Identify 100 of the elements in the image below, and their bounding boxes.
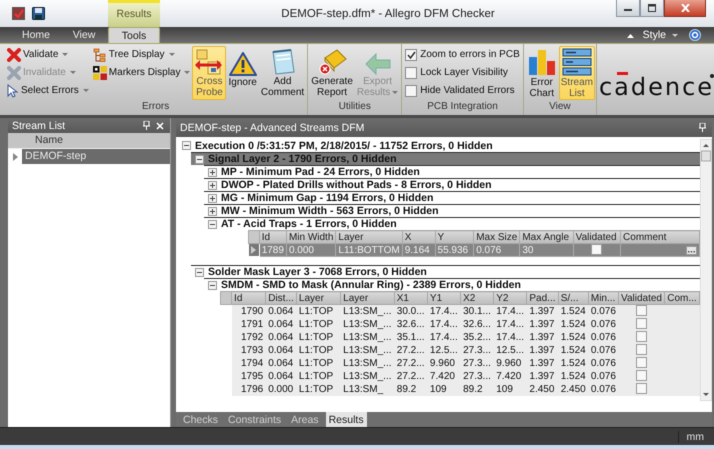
checkbox-label[interactable]: Hide Validated Errors [420, 85, 515, 96]
style-menu[interactable]: Style [638, 27, 670, 43]
expand-icon[interactable] [208, 180, 217, 190]
checkbox[interactable] [636, 383, 648, 394]
ellipsis-button[interactable] [686, 246, 697, 254]
close-button[interactable] [664, 0, 706, 17]
ribbon-tab[interactable]: Tools [108, 27, 160, 43]
collapse-ribbon-icon[interactable] [626, 32, 634, 38]
checkbox[interactable] [405, 66, 418, 78]
tree-label: MW - Minimum Width - 563 Errors, 0 Hidden [221, 205, 439, 217]
column-header[interactable]: S/... [558, 292, 588, 304]
collapse-icon[interactable] [195, 268, 204, 276]
column-header[interactable]: Validated [618, 292, 665, 304]
tree-label: MP - Minimum Pad - 24 Errors, 0 Hidden [221, 166, 420, 178]
column-header[interactable]: Max Angle [520, 230, 574, 244]
checkbox[interactable] [591, 244, 602, 256]
table-row[interactable]: 1790 0.064 L1:TOP L13:SM_... 30.0... 17.4... 30.1... 17.4... 1.397 1.524 0.076 [220, 304, 700, 318]
ribbon-tab[interactable]: View [60, 27, 108, 43]
scrollbar[interactable] [700, 139, 712, 401]
table-cell: 0.000 [266, 382, 296, 396]
collapse-icon[interactable] [208, 280, 217, 290]
checkbox[interactable] [636, 344, 648, 356]
collapse-icon[interactable] [208, 220, 217, 228]
tree-label: Execution 0 /5:31:57 PM, 2/18/2015/ - 11752 Errors, 0 Hidden [195, 140, 493, 152]
column-header[interactable]: Comment [620, 230, 700, 244]
close-icon[interactable] [156, 122, 164, 130]
column-header[interactable]: Layer [340, 292, 394, 304]
column-header[interactable]: Layer [296, 292, 341, 304]
checkbox[interactable] [405, 48, 418, 60]
ribbon-button[interactable]: Cross Probe [192, 46, 226, 100]
table-cell: 89.2 [394, 382, 428, 396]
collapse-icon[interactable] [182, 141, 191, 150]
help-icon[interactable] [689, 29, 701, 41]
warning-icon [228, 51, 257, 77]
group-label: View [548, 101, 572, 114]
checkbox-label[interactable]: Lock Layer Visibility [420, 67, 508, 78]
column-header[interactable]: Name [8, 133, 170, 149]
column-header[interactable]: Com... [664, 292, 700, 304]
tree-label: SMDM - SMD to Mask (Annular Ring) - 2389 Errors, 0 Hidden [221, 279, 521, 291]
column-header[interactable]: Pad... [526, 292, 558, 304]
grid-icon [92, 66, 107, 80]
tree-row[interactable]: MP - Minimum Pad - 24 Errors, 0 Hidden [204, 165, 700, 178]
panel-title: Stream List [12, 120, 66, 132]
ribbon-button[interactable]: Tree Display [90, 46, 192, 63]
column-header[interactable]: Id [232, 292, 266, 304]
column-header[interactable]: Id [259, 230, 286, 244]
column-header[interactable]: Validated [573, 230, 621, 244]
row-pointer-icon [251, 246, 256, 254]
checkbox[interactable] [636, 357, 648, 368]
checkbox[interactable] [636, 370, 648, 382]
checkbox[interactable] [636, 305, 648, 316]
cross-icon [7, 48, 21, 62]
checkbox[interactable] [405, 84, 418, 96]
table-cell: 0.076 [474, 244, 520, 256]
checkbox-label[interactable]: Zoom to errors in PCB [420, 49, 520, 60]
tree-row[interactable]: MW - Minimum Width - 563 Errors, 0 Hidden [204, 204, 700, 217]
column-header[interactable]: Dist... [266, 292, 296, 304]
tree-row[interactable]: Execution 0 /5:31:57 PM, 2/18/2015/ - 11752 Errors, 0 Hidden [178, 139, 700, 152]
close-icon [680, 4, 690, 12]
table-cell: 2.450 [526, 382, 558, 396]
minimize-button[interactable] [616, 0, 640, 17]
tree-row[interactable]: Solder Mask Layer 3 - 7068 Errors, 0 Hidden [191, 265, 700, 278]
tree-row[interactable]: Signal Layer 2 - 1790 Errors, 0 Hidden [191, 152, 700, 165]
expand-icon[interactable] [208, 194, 217, 202]
column-header[interactable]: Y [435, 230, 474, 244]
save-icon[interactable] [32, 7, 45, 20]
pin-icon[interactable] [699, 123, 706, 132]
expand-icon[interactable] [208, 206, 217, 216]
ribbon-tab[interactable]: Home [12, 27, 60, 43]
column-header[interactable]: X1 [394, 292, 428, 304]
tree-row[interactable]: DWOP - Plated Drills without Pads - 8 Errors, 0 Hidden [204, 178, 700, 191]
ribbon-button[interactable]: Add Comment [258, 46, 306, 100]
collapse-icon[interactable] [195, 154, 204, 164]
ribbon-button[interactable]: Stream List [558, 46, 595, 100]
units-label: mm [678, 430, 714, 442]
maximize-icon [648, 4, 656, 12]
column-header[interactable]: Min Width [286, 230, 336, 244]
tree-row[interactable]: MG - Minimum Gap - 1194 Errors, 0 Hidden [204, 191, 700, 204]
panel-tab[interactable]: Results [326, 412, 367, 427]
ribbon-button[interactable]: Error Chart [524, 46, 559, 100]
list-item[interactable]: DEMOF-step [22, 149, 170, 164]
checkbox[interactable] [636, 318, 648, 330]
column-header[interactable]: X [402, 230, 436, 244]
maximize-button[interactable] [640, 0, 664, 17]
expand-icon[interactable] [208, 168, 217, 176]
column-header[interactable]: Max Size [474, 230, 520, 244]
column-header[interactable]: Y1 [427, 292, 461, 304]
ribbon-button[interactable]: Generate Report [309, 46, 355, 100]
checkbox[interactable] [636, 331, 648, 342]
table-cell: L13:SM_ [340, 382, 394, 396]
group-label: Utilities [338, 101, 372, 114]
ribbon-button[interactable]: Markers Display [90, 64, 192, 81]
column-header[interactable]: Y2 [494, 292, 527, 304]
ribbon-button[interactable]: Select Errors [5, 82, 91, 99]
pin-icon[interactable] [143, 121, 150, 130]
ribbon-button[interactable]: Validate [5, 46, 91, 63]
ribbon-button[interactable]: Ignore [226, 46, 259, 100]
column-header[interactable]: X2 [460, 292, 494, 304]
column-header[interactable]: Layer [336, 230, 402, 244]
column-header[interactable]: Min... [588, 292, 619, 304]
